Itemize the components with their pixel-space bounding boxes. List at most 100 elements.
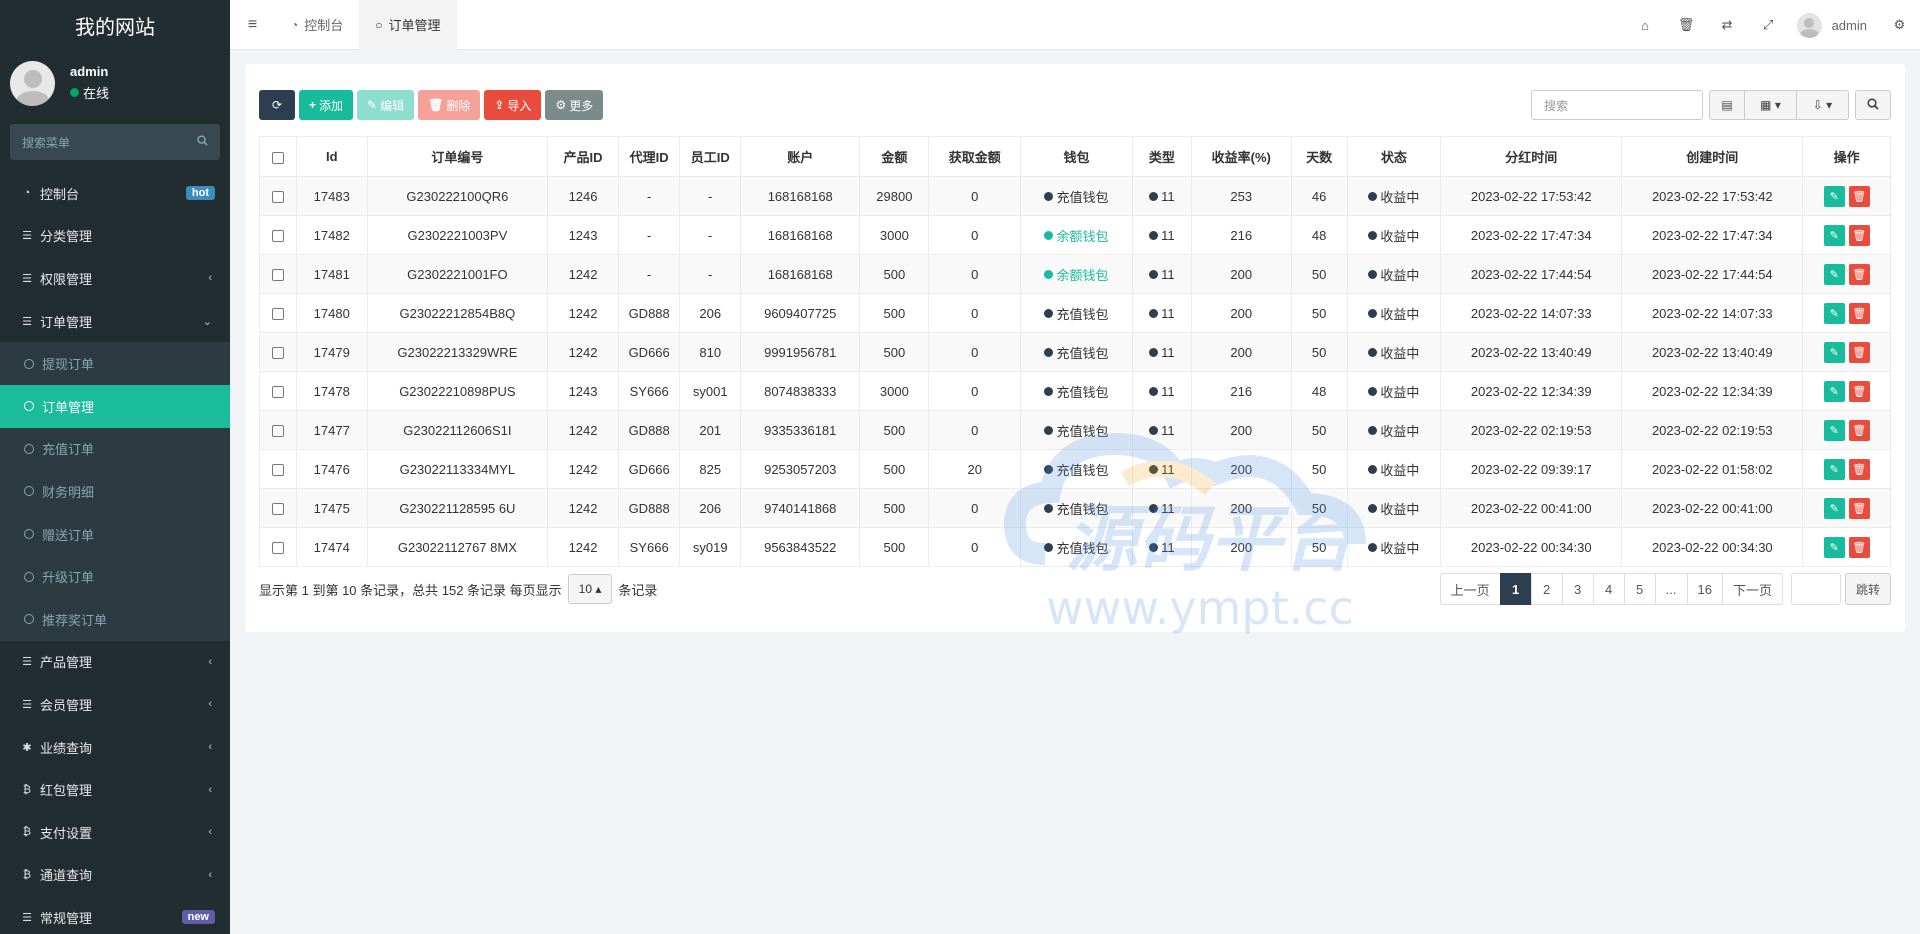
column-header-5[interactable]: 账户: [740, 136, 861, 177]
table-search-input[interactable]: 搜索: [1531, 90, 1703, 120]
table-row[interactable]: 17477 G23022112606S1I 1242 GD888 201 93353361…: [259, 410, 1891, 450]
row-edit-button[interactable]: ✎: [1823, 536, 1845, 558]
sidebar-item-bottom-6[interactable]: ☰ 常规管理 new: [0, 896, 230, 934]
sidebar-item-bottom-5[interactable]: ₿ 通道查询 ‹: [0, 854, 230, 897]
row-delete-button[interactable]: 🗑: [1848, 458, 1870, 480]
row-edit-button[interactable]: ✎: [1823, 263, 1845, 285]
submenu-item-4[interactable]: 赠送订单: [0, 513, 230, 556]
row-checkbox[interactable]: [259, 449, 297, 489]
row-checkbox[interactable]: [259, 527, 297, 567]
row-delete-button[interactable]: 🗑: [1848, 302, 1870, 324]
table-row[interactable]: 17479 G23022213329WRE 1242 GD666 810 99919567…: [259, 332, 1891, 372]
row-edit-button[interactable]: ✎: [1823, 497, 1845, 519]
column-header-9[interactable]: 类型: [1131, 136, 1192, 177]
submenu-item-5[interactable]: 升级订单: [0, 555, 230, 598]
row-delete-button[interactable]: 🗑: [1848, 185, 1870, 207]
sidebar-search-input[interactable]: 搜索菜单: [10, 124, 220, 160]
tab-order-management[interactable]: ○ 订单管理: [359, 0, 457, 50]
sidebar-item-bottom-3[interactable]: ₿ 红包管理 ‹: [0, 768, 230, 811]
sidebar-item-top-0[interactable]: ◔ 控制台 hot: [0, 172, 230, 215]
row-delete-button[interactable]: 🗑: [1848, 497, 1870, 519]
sidebar-item-bottom-0[interactable]: ☰ 产品管理 ‹: [0, 641, 230, 684]
row-edit-button[interactable]: ✎: [1823, 380, 1845, 402]
submenu-item-0[interactable]: 提现订单: [0, 342, 230, 385]
column-header-8[interactable]: 钱包: [1020, 136, 1133, 177]
jump-page-input[interactable]: [1790, 573, 1841, 605]
import-button[interactable]: ⇪ 导入: [484, 90, 542, 120]
page-button-3[interactable]: 3: [1561, 573, 1594, 605]
add-button[interactable]: + 添加: [299, 90, 354, 120]
sidebar-item-top-1[interactable]: ☰ 分类管理: [0, 215, 230, 258]
page-button-4[interactable]: 4: [1592, 573, 1625, 605]
row-edit-button[interactable]: ✎: [1823, 224, 1845, 246]
column-header-0[interactable]: Id: [295, 136, 368, 177]
refresh-button[interactable]: ⟳: [259, 90, 295, 120]
submenu-item-3[interactable]: 财务明细: [0, 470, 230, 513]
column-header-13[interactable]: 分红时间: [1440, 136, 1623, 177]
page-size-select[interactable]: 10 ▴: [567, 574, 613, 604]
row-edit-button[interactable]: ✎: [1823, 458, 1845, 480]
table-row[interactable]: 17476 G23022113334MYL 1242 GD666 825 92530572…: [259, 449, 1891, 489]
row-checkbox[interactable]: [259, 254, 297, 294]
column-header-3[interactable]: 代理ID: [618, 136, 681, 177]
table-row[interactable]: 17482 G2302221003PV 1243- -168168168 3000 0 余额…: [259, 215, 1891, 255]
more-button[interactable]: ⚙ 更多: [545, 90, 604, 120]
select-all-checkbox[interactable]: [259, 136, 297, 177]
table-row[interactable]: 17474 G23022112767 8MX 1242 SY666 sy019 95638…: [259, 527, 1891, 567]
sidebar-item-bottom-1[interactable]: ☰ 会员管理 ‹: [0, 683, 230, 726]
row-edit-button[interactable]: ✎: [1823, 419, 1845, 441]
page-button-5[interactable]: 5: [1623, 573, 1656, 605]
row-edit-button[interactable]: ✎: [1823, 185, 1845, 207]
table-row[interactable]: 17475 G230221128595 6U 1242 GD888 206 9740141…: [259, 488, 1891, 528]
page-button-16[interactable]: 16: [1686, 573, 1723, 605]
row-checkbox[interactable]: [259, 215, 297, 255]
submenu-item-2[interactable]: 充值订单: [0, 428, 230, 471]
sidebar-item-bottom-2[interactable]: ✱ 业绩查询 ‹: [0, 726, 230, 769]
page-button-2[interactable]: 2: [1530, 573, 1563, 605]
row-checkbox[interactable]: [259, 371, 297, 411]
row-delete-button[interactable]: 🗑: [1848, 380, 1870, 402]
table-row[interactable]: 17483 G230222100QR6 1246- -168168168 29800 0 充…: [259, 176, 1891, 216]
table-row[interactable]: 17478 G23022210898PUS 1243 SY666 sy001 807483…: [259, 371, 1891, 411]
edit-button[interactable]: ✎ 编辑: [357, 90, 415, 120]
hamburger-menu-icon[interactable]: ≡: [230, 0, 275, 50]
column-header-12[interactable]: 状态: [1346, 136, 1442, 177]
gears-icon[interactable]: ⚙: [1879, 17, 1920, 33]
row-delete-button[interactable]: 🗑: [1848, 224, 1870, 246]
tab-dashboard[interactable]: ◔ 控制台: [275, 0, 359, 50]
row-checkbox[interactable]: [259, 176, 297, 216]
toggle-view-button[interactable]: ▤: [1709, 90, 1745, 120]
column-header-10[interactable]: 收益率(%): [1190, 136, 1292, 177]
row-edit-button[interactable]: ✎: [1823, 302, 1845, 324]
language-icon[interactable]: ⇄: [1707, 17, 1748, 33]
column-header-1[interactable]: 订单编号: [366, 136, 548, 177]
fullscreen-icon[interactable]: ⤢: [1748, 17, 1789, 33]
prev-page-button[interactable]: 上一页: [1439, 573, 1501, 605]
row-delete-button[interactable]: 🗑: [1848, 341, 1870, 363]
column-header-2[interactable]: 产品ID: [546, 136, 620, 177]
column-header-7[interactable]: 获取金额: [928, 136, 1022, 177]
row-delete-button[interactable]: 🗑: [1848, 263, 1870, 285]
sidebar-item-top-2[interactable]: ☰ 权限管理 ‹: [0, 257, 230, 300]
row-checkbox[interactable]: [259, 410, 297, 450]
export-button[interactable]: ⇩ ▾: [1797, 90, 1849, 120]
column-header-15[interactable]: 操作: [1802, 136, 1891, 177]
column-header-11[interactable]: 天数: [1290, 136, 1348, 177]
home-icon[interactable]: ⌂: [1625, 18, 1666, 33]
row-checkbox[interactable]: [259, 332, 297, 372]
page-button-1[interactable]: 1: [1499, 573, 1532, 605]
column-header-6[interactable]: 金额: [859, 136, 930, 177]
row-edit-button[interactable]: ✎: [1823, 341, 1845, 363]
table-row[interactable]: 17481 G2302221001FO 1242- -168168168 500 0 余额钱…: [259, 254, 1891, 294]
advanced-search-button[interactable]: [1855, 90, 1891, 120]
submenu-item-1[interactable]: 订单管理: [0, 384, 230, 428]
row-checkbox[interactable]: [259, 488, 297, 528]
table-row[interactable]: 17480 G23022212854B8Q 1242 GD888 206 96094077…: [259, 293, 1891, 333]
search-icon[interactable]: [197, 135, 208, 149]
sidebar-item-top-3[interactable]: ☰ 订单管理 ⌄: [0, 300, 230, 343]
delete-button[interactable]: 🗑 删除: [418, 90, 481, 120]
row-delete-button[interactable]: 🗑: [1848, 419, 1870, 441]
columns-button[interactable]: ▦ ▾: [1745, 90, 1797, 120]
header-user-menu[interactable]: admin: [1789, 12, 1879, 38]
sidebar-item-bottom-4[interactable]: ₿ 支付设置 ‹: [0, 811, 230, 854]
